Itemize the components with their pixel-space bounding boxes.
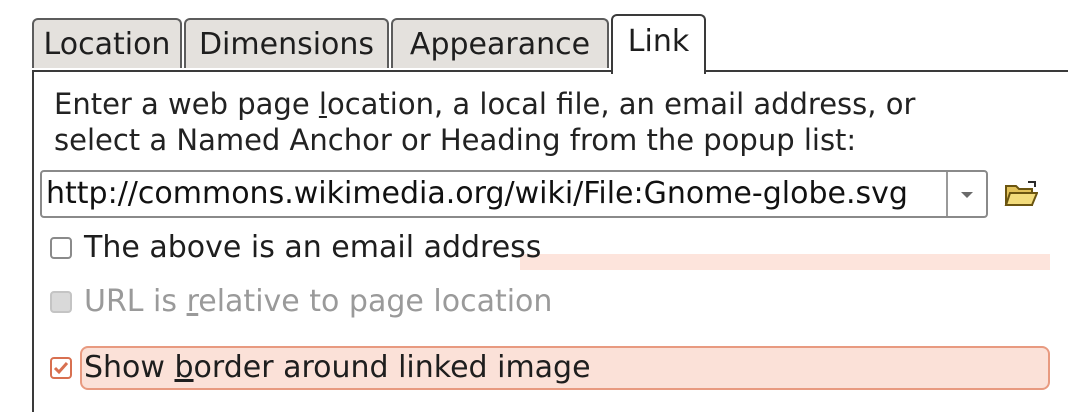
show-border-checkbox[interactable]: [50, 357, 72, 379]
instruction-line-2: select a Named Anchor or Heading from th…: [54, 123, 857, 157]
tab-dimensions-label: Dimensions: [198, 27, 375, 62]
show-border-option[interactable]: Show border around linked image: [44, 346, 1044, 390]
tab-location-label: Location: [43, 27, 171, 62]
email-address-option[interactable]: The above is an email address: [44, 226, 1044, 270]
relative-url-checkbox: [50, 291, 72, 313]
instruction-text: Enter a web page location, a local file,…: [54, 86, 1054, 158]
show-border-label: Show border around linked image: [84, 350, 591, 385]
tab-dimensions[interactable]: Dimensions: [184, 18, 389, 68]
open-folder-icon: [1004, 181, 1038, 206]
email-address-label: The above is an email address: [84, 230, 542, 265]
chevron-down-icon: [961, 191, 973, 198]
url-input[interactable]: http://commons.wikimedia.org/wiki/File:G…: [46, 172, 944, 216]
tab-link-label: Link: [627, 24, 690, 59]
email-address-checkbox[interactable]: [50, 237, 72, 259]
tab-location[interactable]: Location: [32, 18, 182, 68]
tab-appearance[interactable]: Appearance: [391, 18, 609, 68]
url-dropdown-button[interactable]: [946, 172, 986, 216]
tab-appearance-label: Appearance: [409, 27, 591, 62]
relative-url-option: URL is relative to page location: [44, 280, 1044, 324]
tab-link[interactable]: Link: [611, 14, 706, 74]
relative-url-label: URL is relative to page location: [84, 284, 553, 319]
instruction-line-1: Enter a web page location, a local file,…: [54, 87, 916, 121]
url-combobox[interactable]: http://commons.wikimedia.org/wiki/File:G…: [40, 170, 988, 218]
checkmark-icon: [53, 362, 69, 375]
choose-file-button[interactable]: [1003, 176, 1039, 212]
